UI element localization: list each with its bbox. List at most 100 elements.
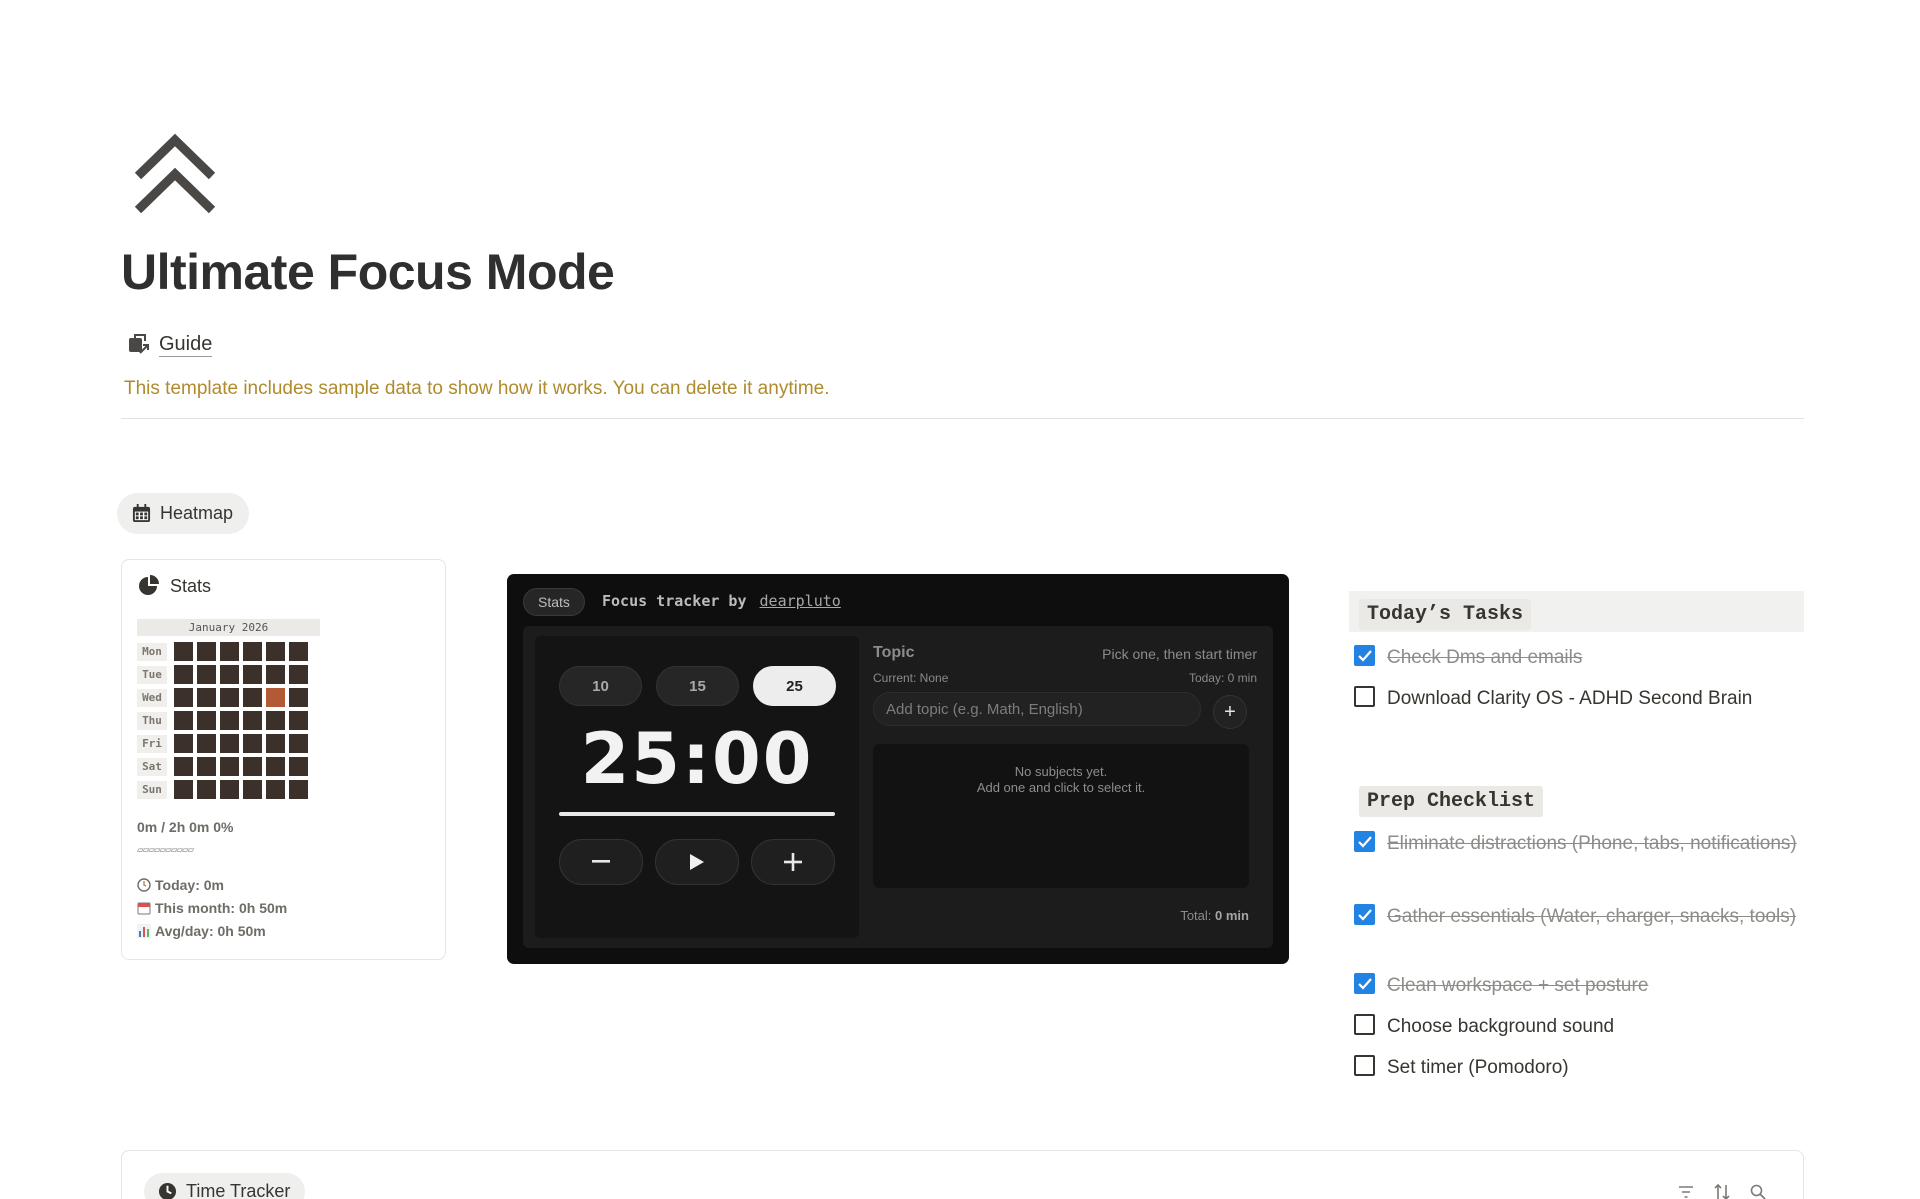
heatmap-row: Tue: [137, 663, 312, 686]
todo-label: Gather essentials (Water, charger, snack…: [1387, 906, 1797, 927]
time-tracker-card: Time Tracker: [121, 1150, 1804, 1199]
heatmap-label: Heatmap: [160, 503, 234, 523]
guide-link[interactable]: Guide: [127, 332, 213, 357]
todo-checkbox[interactable]: [1354, 904, 1375, 925]
tracker-title-text: Focus tracker by: [602, 592, 747, 610]
heatmap-cell: [289, 642, 308, 661]
heatmap-cell: [174, 734, 193, 753]
heatmap-cell: [266, 642, 285, 661]
todo-checkbox[interactable]: [1354, 1055, 1375, 1076]
heatmap-row: Mon: [137, 640, 312, 663]
todo-label: Clean workspace + set posture: [1387, 975, 1649, 996]
heatmap-cell: [243, 780, 262, 799]
stats-card: Stats January 2026 Mon Tue Wed Thu Fri Sat Sun…: [121, 559, 446, 960]
heatmap-cell: [243, 711, 262, 730]
heatmap-cell: [266, 780, 285, 799]
todo-label: Choose background sound: [1387, 1016, 1615, 1037]
stats-button[interactable]: Stats: [523, 588, 585, 616]
todo-checkbox[interactable]: [1354, 686, 1375, 707]
topic-today: Today: 0 min: [1188, 671, 1257, 685]
double-chevron-up-icon: [134, 133, 216, 214]
heatmap-cell: [243, 688, 262, 707]
stats-header: Stats: [138, 575, 211, 597]
bar-chart-icon: [137, 923, 151, 938]
goal-progress: 0m / 2h 0m 0%: [137, 819, 234, 835]
heatmap-cell: [220, 734, 239, 753]
stats-title: Stats: [170, 575, 212, 596]
focus-tracker: Stats Focus tracker by dearpluto 10 15 2…: [507, 574, 1289, 964]
today-stat: Today: 0m: [137, 873, 287, 896]
day-label: Wed: [137, 688, 167, 707]
todo-checkbox[interactable]: [1354, 831, 1375, 852]
increase-button[interactable]: [751, 839, 835, 885]
heatmap-cell: [243, 757, 262, 776]
time-tracker-tab[interactable]: Time Tracker: [144, 1173, 306, 1199]
calendar-icon: [137, 902, 151, 914]
todo-item: Clean workspace + set posture: [1354, 970, 1807, 1001]
heatmap-row: Sun: [137, 778, 312, 801]
search-icon[interactable]: [1749, 1183, 1767, 1199]
decrease-button[interactable]: [559, 839, 643, 885]
filter-icon[interactable]: [1677, 1183, 1695, 1199]
avg-stat: Avg/day: 0h 50m: [137, 919, 287, 942]
heatmap-cell: [266, 734, 285, 753]
heatmap-cell: [289, 780, 308, 799]
heatmap-cell: [266, 688, 285, 707]
minus-icon: [592, 860, 610, 863]
duration-25-button[interactable]: 25: [753, 666, 836, 706]
check-icon: [1357, 835, 1372, 848]
todo-item: Eliminate distractions (Phone, tabs, not…: [1354, 828, 1807, 859]
todo-checkbox[interactable]: [1354, 645, 1375, 666]
avg-stat-text: Avg/day: 0h 50m: [155, 922, 266, 939]
heatmap-cell: [197, 734, 216, 753]
page-title: Ultimate Focus Mode: [121, 244, 615, 300]
heatmap-cell: [197, 642, 216, 661]
today-stat-text: Today: 0m: [155, 876, 224, 893]
heatmap-cell: [174, 688, 193, 707]
empty-line-1: No subjects yet.: [1014, 764, 1108, 779]
clock-icon: [137, 877, 151, 892]
topic-title: Topic: [873, 644, 915, 661]
todo-checkbox[interactable]: [1354, 1014, 1375, 1035]
heatmap-tab[interactable]: Heatmap: [117, 493, 250, 534]
divider: [121, 418, 1804, 419]
month-stat-text: This month: 0h 50m: [155, 899, 288, 916]
heatmap-cell: [289, 734, 308, 753]
total-label: Total:: [1180, 908, 1212, 923]
author-link[interactable]: dearpluto: [760, 592, 841, 610]
todo-checkbox[interactable]: [1354, 973, 1375, 994]
check-icon: [1357, 977, 1372, 990]
plus-icon: [784, 853, 802, 871]
day-label: Fri: [137, 734, 167, 753]
duration-15-button[interactable]: 15: [656, 666, 739, 706]
goal-progress-bar: ▱▱▱▱▱▱▱▱▱▱: [137, 843, 194, 856]
pie-chart-icon: [139, 575, 159, 595]
heatmap-cell: [266, 665, 285, 684]
todo-label: Check Dms and emails: [1387, 647, 1583, 668]
add-topic-button[interactable]: +: [1213, 695, 1247, 729]
page-link-icon: [129, 333, 149, 354]
total-value: 0 min: [1215, 908, 1249, 923]
todays-tasks-heading: Today’s Tasks: [1359, 599, 1532, 630]
heatmap-cell: [220, 665, 239, 684]
heatmap-grid: Mon Tue Wed Thu Fri Sat Sun: [137, 640, 312, 801]
heatmap-cell: [197, 757, 216, 776]
sort-icon[interactable]: [1713, 1183, 1731, 1199]
timer-panel: 10 15 25 25:00: [535, 636, 859, 938]
sample-data-note: This template includes sample data to sh…: [124, 378, 830, 399]
topic-panel: Topic Pick one, then start timer Current…: [867, 636, 1263, 938]
todo-label: Set timer (Pomodoro): [1387, 1057, 1569, 1078]
heatmap-row: Fri: [137, 732, 312, 755]
heatmap-cell: [174, 757, 193, 776]
heatmap-cell: [220, 711, 239, 730]
topic-input[interactable]: [873, 692, 1201, 726]
day-label: Sun: [137, 780, 167, 799]
topic-total: Total: 0 min: [1180, 908, 1249, 923]
time-tracker-label: Time Tracker: [186, 1181, 291, 1199]
heatmap-cell: [243, 665, 262, 684]
topic-hint: Pick one, then start timer: [1102, 646, 1257, 662]
heatmap-cell: [174, 711, 193, 730]
duration-10-button[interactable]: 10: [559, 666, 642, 706]
play-button[interactable]: [655, 839, 739, 885]
heatmap-row: Wed: [137, 686, 312, 709]
